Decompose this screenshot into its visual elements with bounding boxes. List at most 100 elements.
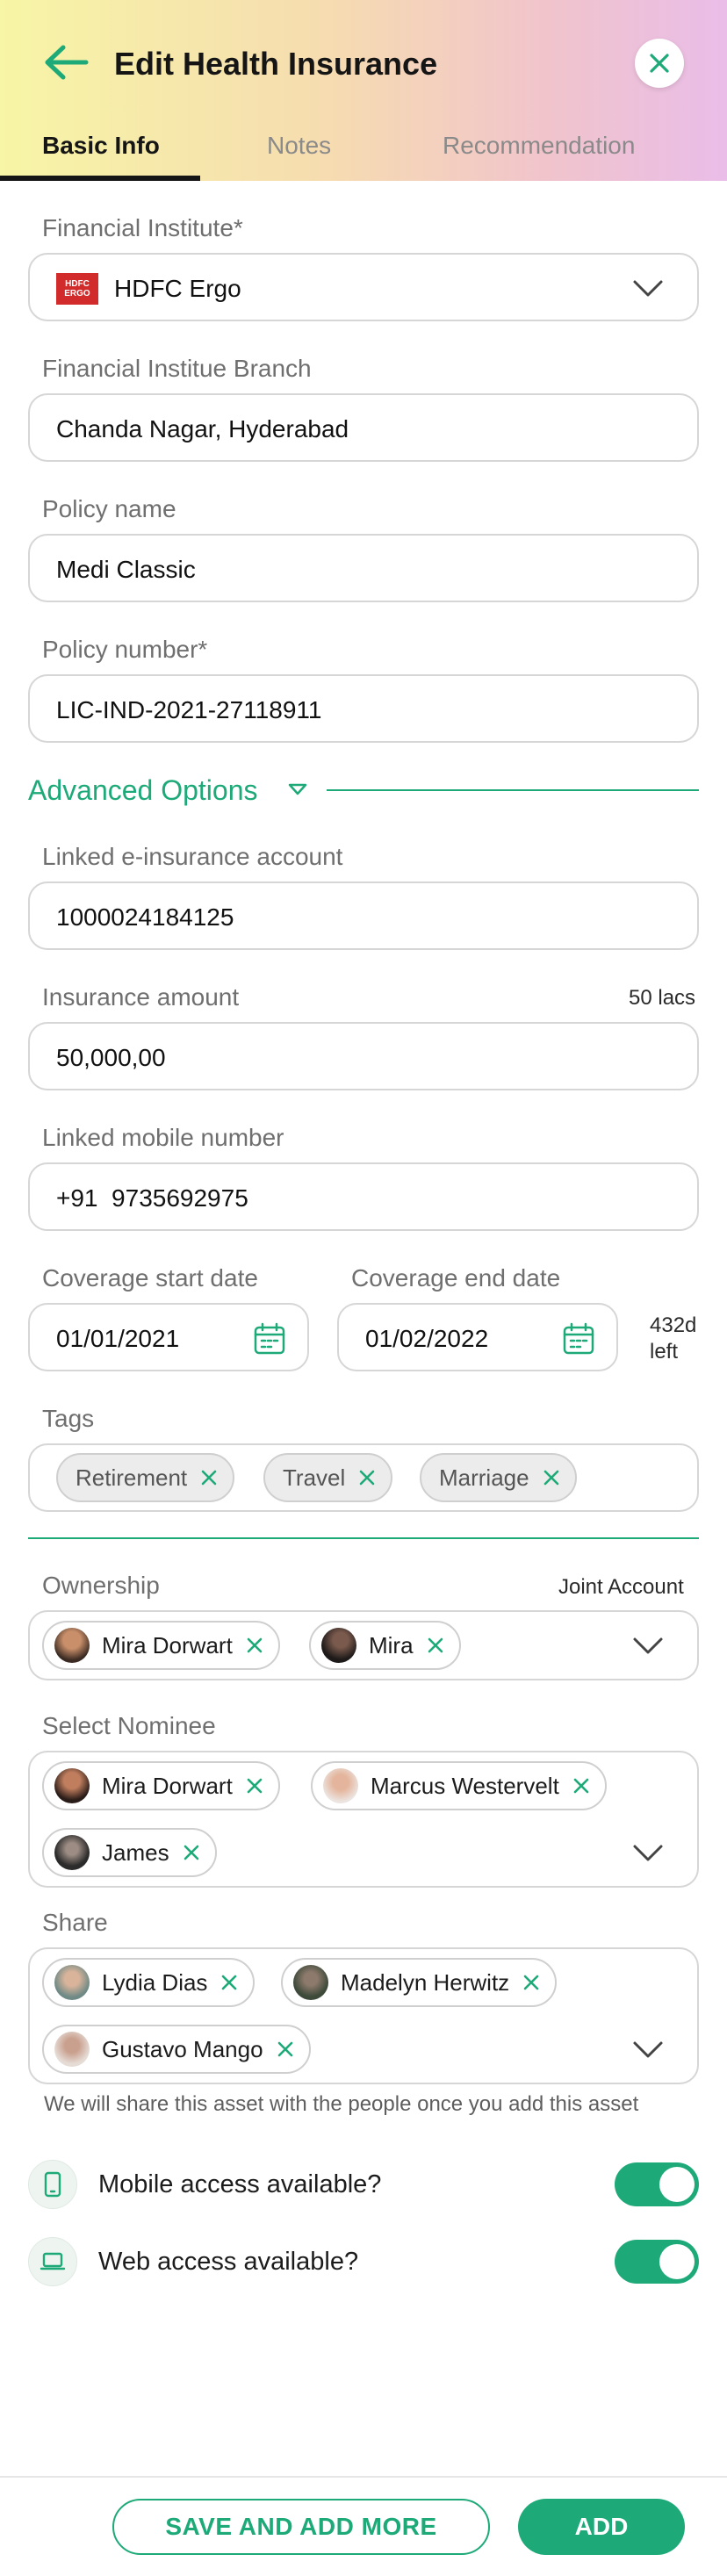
- web-access-toggle[interactable]: [615, 2240, 699, 2284]
- coverage-start-value: 01/01/2021: [56, 1325, 180, 1352]
- tag-chip[interactable]: Retirement: [56, 1453, 235, 1502]
- close-button[interactable]: [635, 39, 684, 88]
- close-icon: [650, 54, 669, 73]
- mobile-input[interactable]: +91 9735692975: [28, 1162, 699, 1231]
- person-name: Gustavo Mango: [102, 2035, 263, 2062]
- section-divider: [28, 1537, 699, 1539]
- remove-icon[interactable]: [543, 1470, 559, 1486]
- branch-value: Chanda Nagar, Hyderabad: [56, 415, 349, 443]
- page-title: Edit Health Insurance: [114, 46, 438, 82]
- active-tab-indicator: [0, 176, 200, 181]
- remove-icon[interactable]: [221, 1975, 237, 1990]
- tag-label: Marriage: [439, 1464, 529, 1491]
- tab-recommendation[interactable]: Recommendation: [443, 132, 635, 160]
- person-chip[interactable]: James: [42, 1828, 217, 1877]
- laptop-icon: [28, 2237, 77, 2286]
- branch-label: Financial Institue Branch: [42, 355, 312, 382]
- amount-note: 50 lacs: [629, 986, 696, 1010]
- policy-name-input[interactable]: Medi Classic: [28, 534, 699, 602]
- remove-icon[interactable]: [247, 1637, 263, 1653]
- person-name: Mira Dorwart: [102, 1631, 233, 1659]
- coverage-start-label: Coverage start date: [42, 1264, 258, 1292]
- tags-label: Tags: [42, 1405, 95, 1432]
- policy-number-input[interactable]: LIC-IND-2021-27118911: [28, 674, 699, 743]
- advanced-divider: [327, 789, 699, 791]
- linked-account-value: 1000024184125: [56, 903, 234, 931]
- chevron-down-icon[interactable]: [632, 1844, 664, 1863]
- person-chip[interactable]: Mira Dorwart: [42, 1621, 280, 1670]
- mobile-value: +91 9735692975: [56, 1184, 248, 1212]
- coverage-start-input[interactable]: 01/01/2021: [28, 1303, 309, 1371]
- tag-label: Travel: [283, 1464, 346, 1491]
- coverage-end-value: 01/02/2022: [365, 1325, 489, 1352]
- coverage-end-input[interactable]: 01/02/2022: [337, 1303, 618, 1371]
- hdfc-logo: HDFC ERGO: [56, 273, 98, 305]
- mobile-access-label: Mobile access available?: [98, 2170, 382, 2198]
- ownership-label: Ownership: [42, 1572, 160, 1599]
- share-select[interactable]: Lydia Dias Madelyn Herwitz Gustavo Mango: [28, 1947, 699, 2084]
- tag-chip[interactable]: Travel: [263, 1453, 393, 1502]
- institute-select[interactable]: HDFC ERGO HDFC Ergo: [28, 253, 699, 321]
- person-name: Mira: [369, 1631, 414, 1659]
- calendar-icon[interactable]: [562, 1322, 595, 1356]
- tag-label: Retirement: [76, 1464, 188, 1491]
- avatar: [293, 1965, 328, 2000]
- linked-account-input[interactable]: 1000024184125: [28, 881, 699, 950]
- calendar-icon[interactable]: [253, 1322, 286, 1356]
- avatar: [323, 1768, 358, 1803]
- person-chip[interactable]: Madelyn Herwitz: [281, 1958, 558, 2007]
- nominee-select[interactable]: Mira Dorwart Marcus Westervelt James: [28, 1751, 699, 1888]
- save-and-add-more-button[interactable]: SAVE AND ADD MORE: [112, 2499, 490, 2555]
- tab-notes[interactable]: Notes: [267, 132, 331, 160]
- share-label: Share: [42, 1909, 108, 1936]
- days-left-count: 432d: [650, 1313, 697, 1337]
- add-button[interactable]: ADD: [518, 2499, 685, 2555]
- chevron-down-icon[interactable]: [632, 1637, 664, 1656]
- tab-basic-info[interactable]: Basic Info: [42, 132, 160, 160]
- avatar: [54, 1835, 90, 1870]
- amount-value: 50,000,00: [56, 1044, 166, 1071]
- amount-label: Insurance amount: [42, 983, 240, 1011]
- avatar: [54, 1965, 90, 2000]
- remove-icon[interactable]: [573, 1778, 589, 1794]
- back-arrow-icon[interactable]: [40, 40, 93, 84]
- remove-icon[interactable]: [184, 1845, 199, 1860]
- ownership-select[interactable]: Mira Dorwart Mira: [28, 1610, 699, 1680]
- avatar: [54, 2032, 90, 2067]
- person-name: James: [102, 1838, 169, 1866]
- remove-icon[interactable]: [428, 1637, 443, 1653]
- tag-chip[interactable]: Marriage: [420, 1453, 577, 1502]
- institute-label: Financial Institute*: [42, 214, 243, 241]
- policy-number-value: LIC-IND-2021-27118911: [56, 696, 322, 723]
- avatar: [321, 1628, 356, 1663]
- person-name: Mira Dorwart: [102, 1772, 233, 1799]
- caret-down-icon[interactable]: [288, 783, 307, 795]
- footer: SAVE AND ADD MORE ADD: [0, 2476, 727, 2576]
- policy-name-label: Policy name: [42, 495, 176, 522]
- linked-account-label: Linked e-insurance account: [42, 843, 343, 870]
- avatar: [54, 1628, 90, 1663]
- remove-icon[interactable]: [359, 1470, 375, 1486]
- tags-input[interactable]: Retirement Travel Marriage: [28, 1443, 699, 1512]
- remove-icon[interactable]: [247, 1778, 263, 1794]
- person-chip[interactable]: Marcus Westervelt: [311, 1761, 607, 1810]
- mobile-access-toggle[interactable]: [615, 2162, 699, 2206]
- person-name: Marcus Westervelt: [371, 1772, 559, 1799]
- ownership-note: Joint Account: [558, 1575, 684, 1599]
- web-access-label: Web access available?: [98, 2248, 359, 2276]
- nominee-label: Select Nominee: [42, 1712, 216, 1739]
- advanced-options-toggle[interactable]: Advanced Options: [28, 774, 258, 807]
- policy-name-value: Medi Classic: [56, 556, 196, 583]
- branch-input[interactable]: Chanda Nagar, Hyderabad: [28, 393, 699, 462]
- person-chip[interactable]: Lydia Dias: [42, 1958, 256, 2007]
- mobile-label: Linked mobile number: [42, 1124, 284, 1151]
- chevron-down-icon[interactable]: [632, 2040, 664, 2060]
- mobile-icon: [28, 2160, 77, 2209]
- person-chip[interactable]: Gustavo Mango: [42, 2025, 311, 2074]
- amount-input[interactable]: 50,000,00: [28, 1022, 699, 1090]
- remove-icon[interactable]: [523, 1975, 539, 1990]
- person-chip[interactable]: Mira: [309, 1621, 461, 1670]
- person-chip[interactable]: Mira Dorwart: [42, 1761, 280, 1810]
- remove-icon[interactable]: [201, 1470, 217, 1486]
- remove-icon[interactable]: [277, 2041, 293, 2057]
